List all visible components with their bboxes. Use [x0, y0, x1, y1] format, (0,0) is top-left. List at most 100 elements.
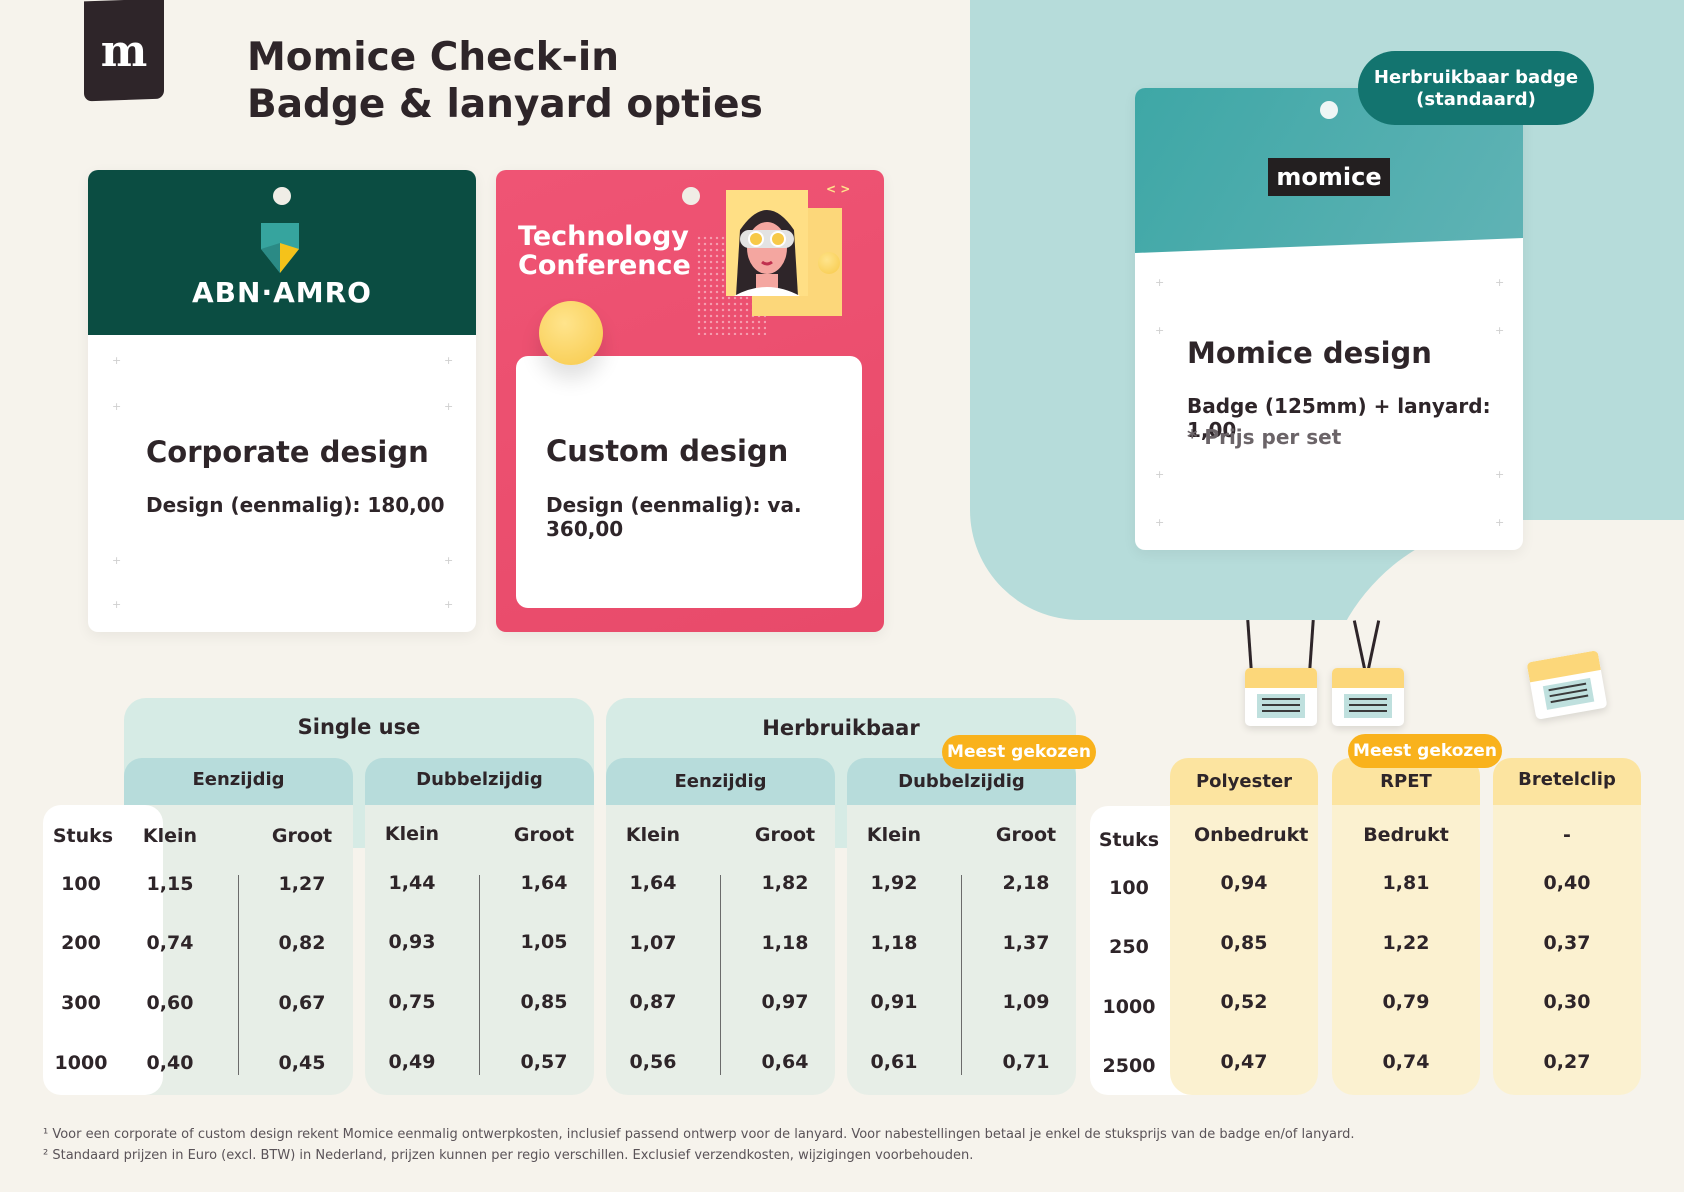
col-header-klein: Klein — [866, 824, 922, 846]
corporate-heading: Corporate design — [146, 435, 429, 469]
price-cell: 0,97 — [761, 991, 809, 1013]
badge-hole — [682, 187, 700, 205]
plus-mark: + — [1155, 516, 1165, 529]
vr-woman-illustration — [726, 190, 808, 296]
footnote-1: ¹ Voor een corporate of custom design re… — [43, 1127, 1355, 1142]
price-cell: 0,93 — [388, 931, 436, 953]
price-cell: 1,81 — [1382, 872, 1430, 894]
price-cell: 1,37 — [1002, 932, 1050, 954]
sub-header-onbedrukt: Onbedrukt — [1194, 824, 1309, 846]
sub-header-dash: - — [1563, 824, 1571, 846]
price-cell: 0,45 — [278, 1052, 326, 1074]
column-divider — [720, 875, 721, 1075]
qty-cell: 100 — [61, 873, 101, 895]
momice-design-card: momice Momice design Badge (125mm) + lan… — [1135, 88, 1523, 550]
price-cell: 0,47 — [1220, 1051, 1268, 1073]
plus-mark: + — [1495, 324, 1505, 337]
qty-cell: 2500 — [1102, 1055, 1156, 1077]
price-cell: 0,87 — [629, 991, 677, 1013]
group-label-single-use: Single use — [297, 715, 421, 739]
plus-mark: + — [1495, 468, 1505, 481]
price-cell: 0,74 — [146, 932, 194, 954]
footnote-2: ² Standaard prijzen in Euro (excl. BTW) … — [43, 1148, 974, 1163]
price-cell: 0,49 — [388, 1051, 436, 1073]
plus-mark: + — [1155, 468, 1165, 481]
price-cell: 0,85 — [520, 991, 568, 1013]
price-cell: 0,52 — [1220, 991, 1268, 1013]
plus-mark: + — [1155, 276, 1165, 289]
price-cell: 0,71 — [1002, 1051, 1050, 1073]
plus-mark: + — [112, 554, 122, 567]
logo-letter: m — [100, 26, 148, 77]
plus-mark: + — [112, 400, 122, 413]
price-cell: 0,40 — [146, 1052, 194, 1074]
pill-line-2: (standaard) — [1416, 89, 1536, 110]
col-header-groot: Groot — [754, 824, 816, 846]
custom-heading: Custom design — [546, 434, 789, 468]
meest-gekozen-badge: Meest gekozen — [1348, 734, 1502, 768]
col-header-klein: Klein — [625, 824, 681, 846]
price-cell: 1,22 — [1382, 932, 1430, 954]
col-header-klein: Klein — [142, 825, 198, 847]
col-header-bretelclip: Bretelclip — [1493, 758, 1641, 805]
plus-mark: + — [112, 354, 122, 367]
rpet-panel — [1332, 758, 1480, 1095]
col-header-groot: Groot — [271, 825, 333, 847]
price-cell: 1,09 — [1002, 991, 1050, 1013]
price-cell: 0,67 — [278, 992, 326, 1014]
qty-cell: 100 — [1109, 877, 1149, 899]
plus-mark: + — [1495, 276, 1505, 289]
plus-mark: + — [444, 354, 454, 367]
price-cell: 1,18 — [870, 932, 918, 954]
brand-line-1: Technology — [518, 221, 689, 252]
bretelclip-panel — [1493, 758, 1641, 1095]
small-yellow-ball — [818, 252, 840, 274]
price-cell: 0,75 — [388, 991, 436, 1013]
brand-line-2: Conference — [518, 250, 691, 281]
price-cell: 0,82 — [278, 932, 326, 954]
price-cell: 1,07 — [629, 932, 677, 954]
stuks-header: Stuks — [1098, 829, 1160, 851]
qty-cell: 1000 — [1102, 996, 1156, 1018]
subhead-single-dubbelzijdig: Dubbelzijdig — [365, 758, 594, 805]
column-divider — [961, 875, 962, 1075]
price-cell: 1,05 — [520, 931, 568, 953]
stuks-header: Stuks — [52, 825, 114, 847]
price-cell: 1,44 — [388, 872, 436, 894]
price-cell: 0,64 — [761, 1051, 809, 1073]
price-cell: 1,92 — [870, 872, 918, 894]
custom-card-content: Custom design Design (eenmalig): va. 360… — [516, 356, 862, 608]
price-cell: 0,61 — [870, 1051, 918, 1073]
price-cell: 1,27 — [278, 873, 326, 895]
price-cell: 0,85 — [1220, 932, 1268, 954]
price-cell: 0,56 — [629, 1051, 677, 1073]
price-cell: 0,27 — [1543, 1051, 1591, 1073]
momice-wordmark: momice — [1268, 158, 1390, 196]
plus-mark: + — [112, 598, 122, 611]
price-cell: 0,91 — [870, 991, 918, 1013]
meest-gekozen-badge: Meest gekozen — [942, 735, 1096, 769]
plus-mark: + — [444, 598, 454, 611]
bretelclip-icon — [1526, 650, 1608, 720]
herbruikbaar-badge-pill: Herbruikbaar badge (standaard) — [1358, 51, 1594, 125]
lanyard-string — [1246, 619, 1253, 671]
abn-amro-shield-icon — [261, 223, 299, 273]
price-cell: 1,82 — [761, 872, 809, 894]
plus-mark: + — [1155, 324, 1165, 337]
col-header-groot: Groot — [513, 824, 575, 846]
price-cell: 0,37 — [1543, 932, 1591, 954]
price-cell: 1,64 — [520, 872, 568, 894]
qty-cell: 300 — [61, 992, 101, 1014]
price-cell: 1,18 — [761, 932, 809, 954]
title-line-2: Badge & lanyard opties — [247, 82, 763, 127]
page-title: Momice Check-in Badge & lanyard opties — [247, 34, 763, 128]
corporate-price: Design (eenmalig): 180,00 — [146, 493, 445, 517]
abn-amro-wordmark: ABN·AMRO — [192, 276, 372, 309]
pill-line-1: Herbruikbaar badge — [1373, 67, 1579, 88]
price-cell: 2,18 — [1002, 872, 1050, 894]
price-cell: 0,30 — [1543, 991, 1591, 1013]
momice-price-note: * Prijs per set — [1187, 425, 1342, 449]
col-header-polyester: Polyester — [1170, 758, 1318, 805]
custom-price: Design (eenmalig): va. 360,00 — [546, 493, 802, 541]
plus-mark: + — [444, 554, 454, 567]
